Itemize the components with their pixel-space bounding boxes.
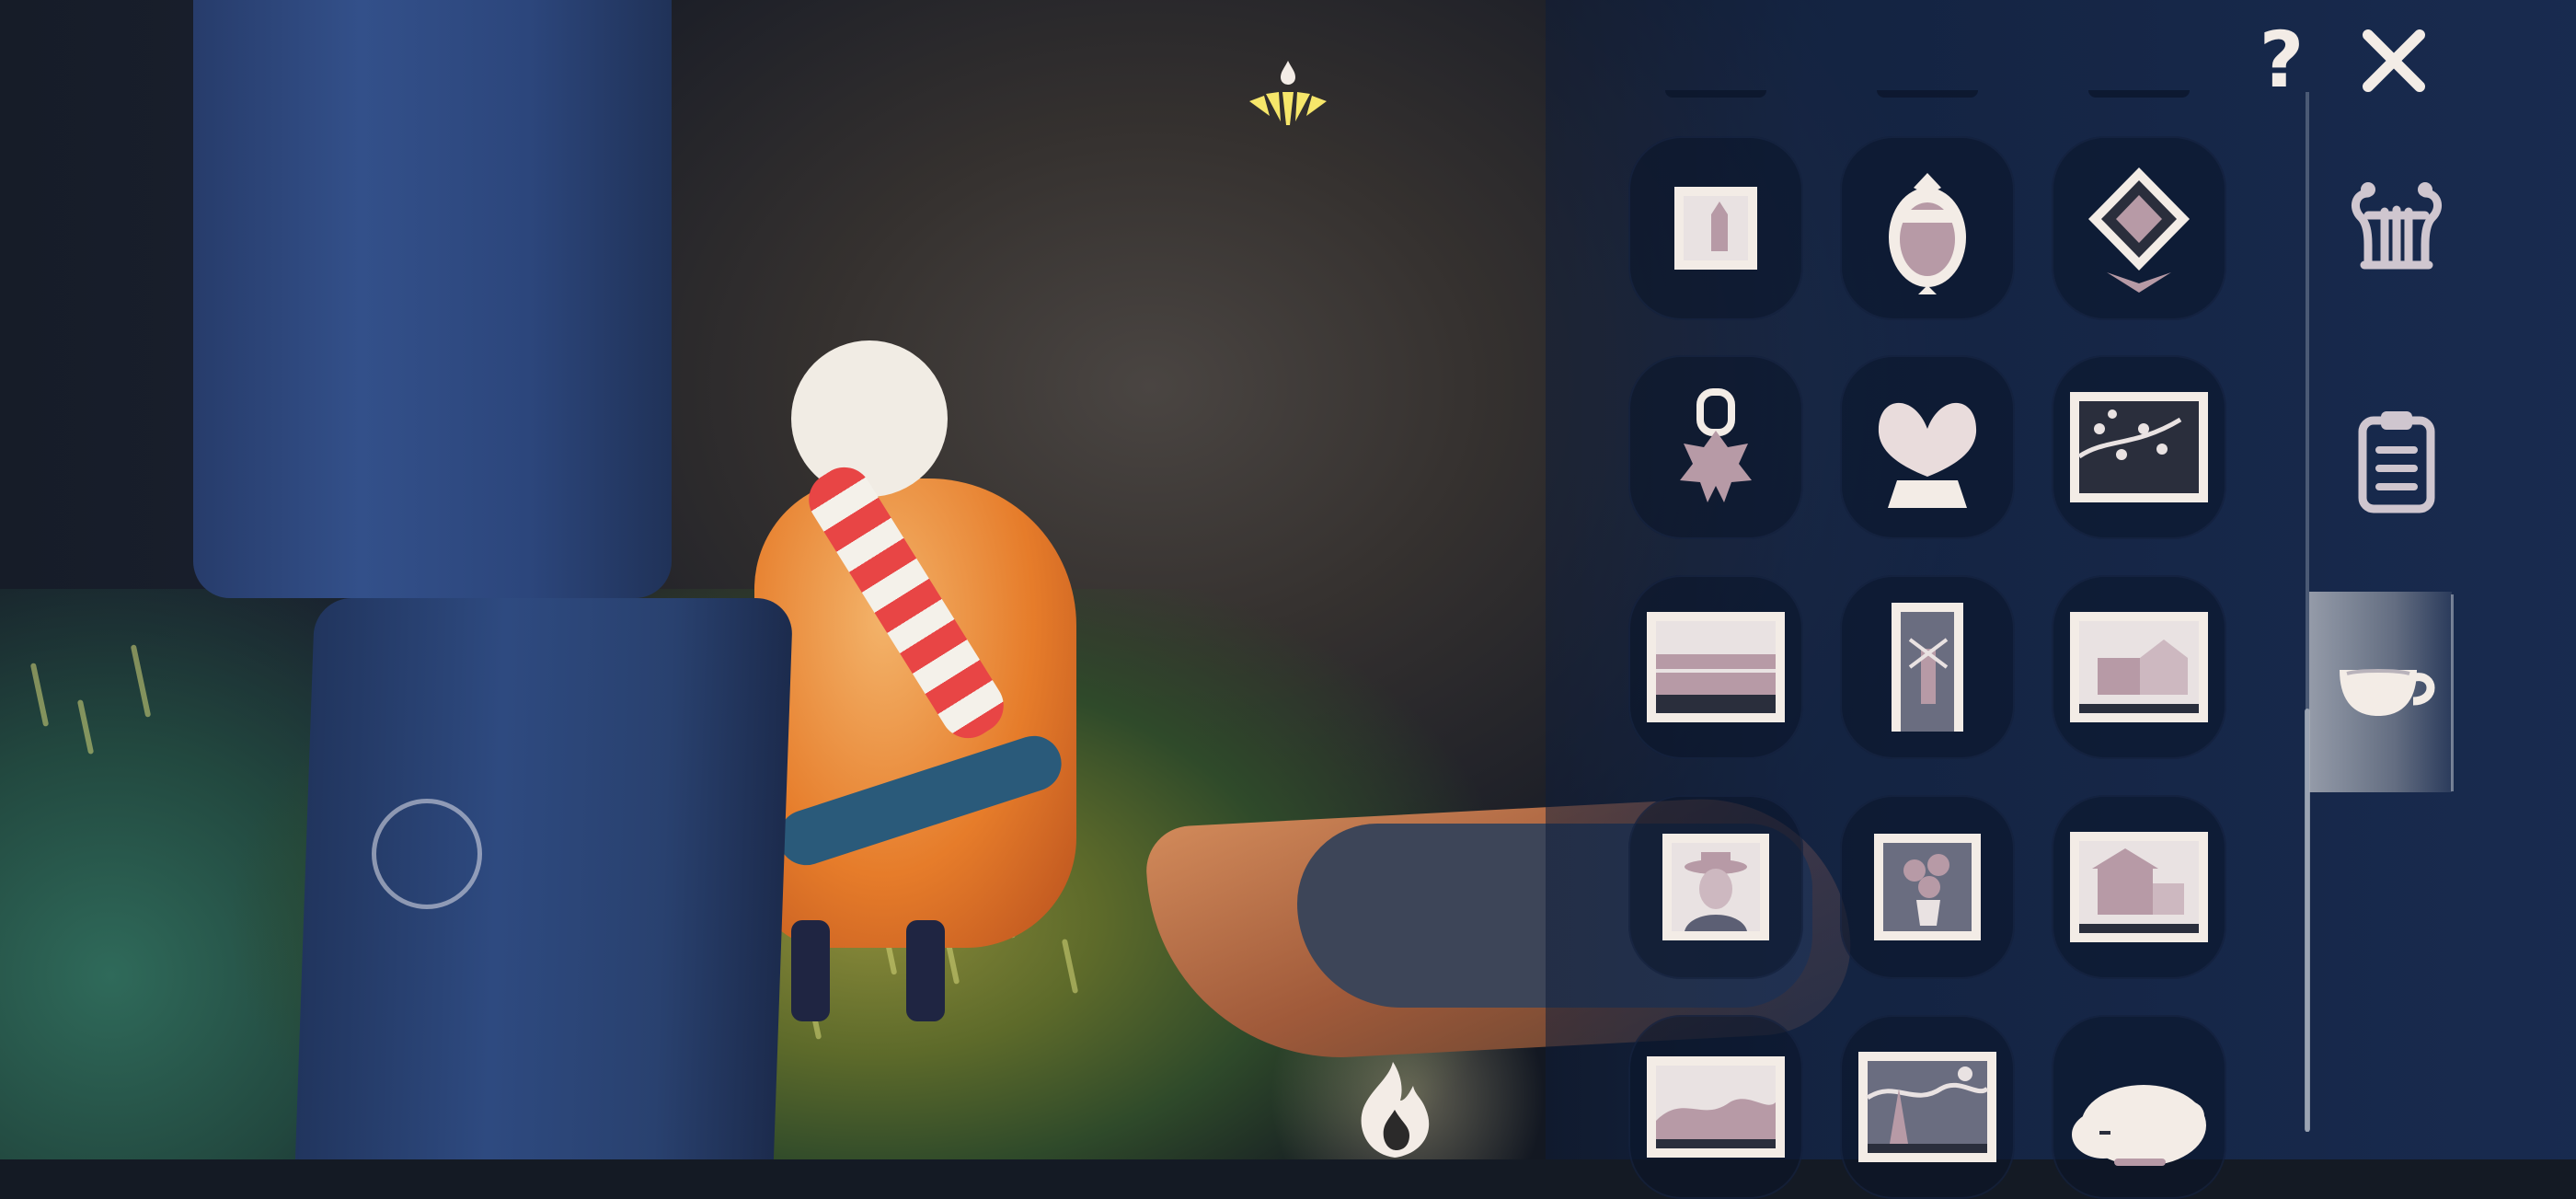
closet-item-slot[interactable] — [2052, 575, 2226, 759]
house-painting-icon — [2070, 612, 2208, 722]
pillar-upper-block — [193, 0, 672, 598]
portrait-with-hat-painting-icon — [1662, 834, 1769, 940]
character-head — [791, 340, 948, 497]
closet-item-slot[interactable] — [1840, 136, 2015, 320]
clipboard-icon[interactable] — [2328, 391, 2466, 529]
closet-item-slot[interactable] — [1628, 136, 1803, 320]
star-lantern-icon — [1680, 388, 1752, 502]
sleeping-manta-plush-icon — [2072, 1085, 2206, 1166]
landscape-painting-icon — [1647, 1056, 1785, 1158]
character-leg — [791, 920, 830, 1021]
grass-blade — [76, 699, 95, 755]
closet-item-slot[interactable] — [1840, 795, 2015, 979]
closet-item-slot[interactable] — [1840, 1015, 2015, 1199]
closet-item-slot[interactable] — [2052, 795, 2226, 979]
grass-blade — [29, 663, 50, 727]
help-button[interactable]: ? — [2252, 18, 2311, 101]
heart-rock-icon — [1878, 402, 1977, 508]
partial-slot-edge — [2088, 90, 2190, 98]
windmill-painting-icon — [1892, 603, 1963, 732]
lyre-icon[interactable] — [2328, 156, 2466, 294]
closet-item-slot[interactable] — [2052, 136, 2226, 320]
closet-item-slot[interactable] — [1628, 795, 1803, 979]
starry-night-painting-icon — [1858, 1052, 1996, 1162]
blossom-painting-icon — [2070, 392, 2208, 502]
joystick-ring-icon[interactable] — [372, 799, 482, 909]
closet-item-slot[interactable] — [1840, 575, 2015, 759]
closet-item-slot[interactable] — [2052, 1015, 2226, 1199]
framed-church-painting-icon — [1674, 187, 1757, 270]
teacup-icon[interactable] — [2314, 617, 2452, 755]
partial-slot-edge — [1665, 90, 1766, 98]
wheatfield-painting-icon — [1647, 612, 1785, 722]
grass-blade — [130, 644, 152, 718]
closet-item-slot[interactable] — [2052, 355, 2226, 539]
player-character — [754, 331, 1086, 1031]
pillar-lower-block — [292, 598, 794, 1159]
character-leg — [906, 920, 945, 1021]
oval-mirror-icon — [1889, 173, 1966, 294]
closet-item-slot[interactable] — [1628, 355, 1803, 539]
flame-icon[interactable] — [1336, 1058, 1455, 1159]
sunflowers-painting-icon — [1874, 834, 1981, 940]
closet-item-slot[interactable] — [1840, 355, 2015, 539]
winged-light-fan-icon — [1249, 61, 1327, 125]
stone-pillar — [193, 0, 794, 1159]
partial-slot-edge — [1877, 90, 1978, 98]
orange-cape — [754, 478, 1076, 948]
closet-item-slot[interactable] — [1628, 575, 1803, 759]
close-x-icon[interactable] — [2355, 22, 2432, 99]
diamond-sign-icon — [2088, 167, 2190, 293]
yellow-house-painting-icon — [2070, 832, 2208, 942]
closet-item-slot[interactable] — [1628, 1015, 1803, 1199]
